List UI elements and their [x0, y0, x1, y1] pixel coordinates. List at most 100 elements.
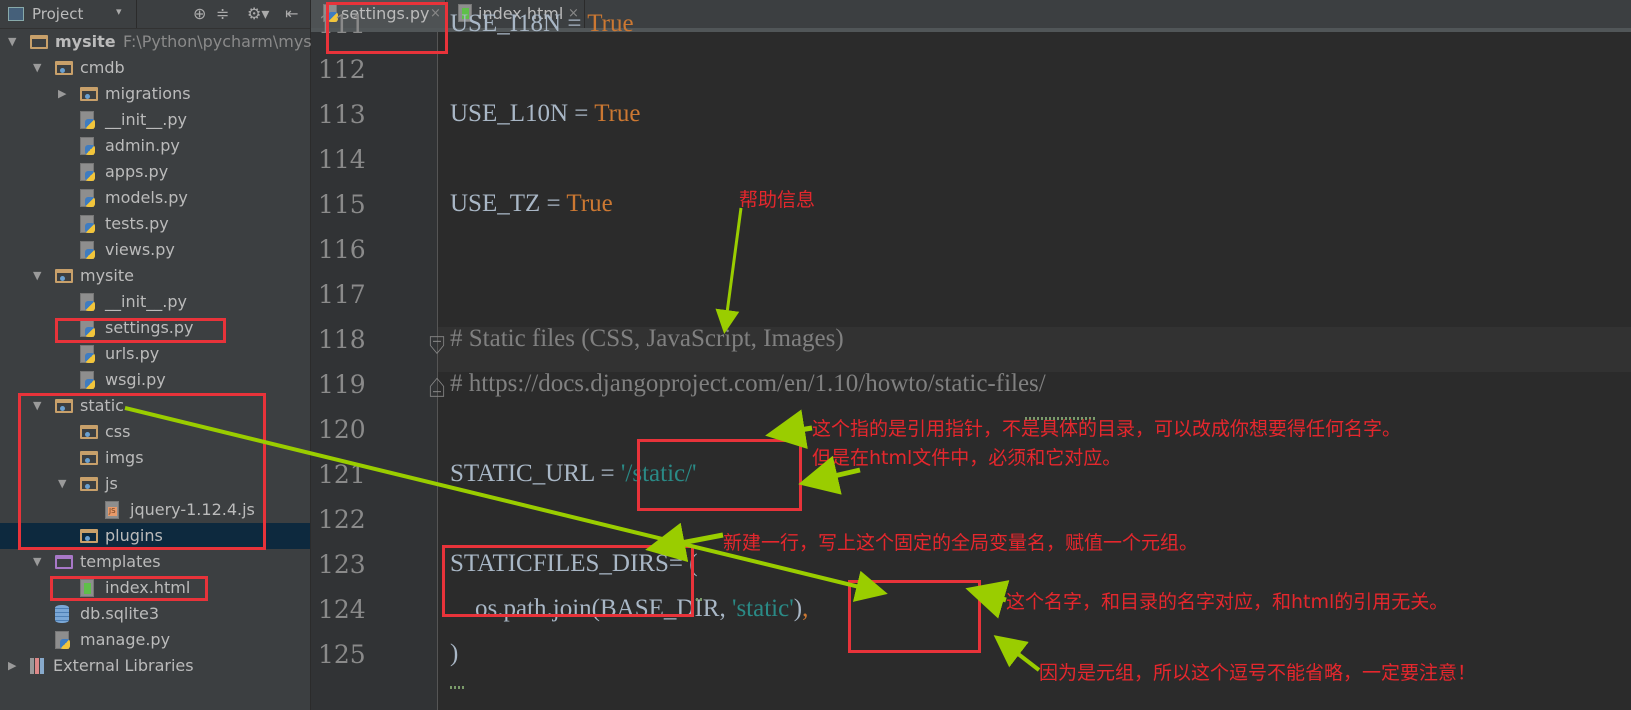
tree-item[interactable]: urls.py	[0, 341, 310, 367]
module-folder-icon	[55, 61, 73, 75]
python-file-icon	[80, 293, 95, 311]
code-line[interactable]: USE_L10N = True	[450, 100, 641, 128]
collapse-arrow-icon[interactable]: ▶	[58, 81, 66, 107]
tree-item[interactable]: tests.py	[0, 211, 310, 237]
template-folder-icon	[55, 555, 73, 569]
token: USE_I18N =	[450, 10, 588, 37]
token: STATIC_URL =	[450, 460, 621, 487]
tree-item[interactable]: ▶ External Libraries	[0, 653, 310, 679]
project-panel: Project ▾ ⊕ ≑ ⚙▾ ⇤ ▼ mysite F:\Python\pych…	[0, 0, 322, 710]
line-number: 124	[318, 595, 366, 624]
code-line[interactable]: # https://docs.djangoproject.com/en/1.10…	[450, 370, 1046, 398]
expand-arrow-icon[interactable]: ▼	[33, 549, 41, 575]
tree-item-label: views.py	[105, 240, 175, 259]
project-view-selector[interactable]: Project	[32, 5, 83, 23]
annotation-static-url-2: 但是在html文件中，必须和它对应。	[812, 447, 1122, 469]
expand-arrow-icon[interactable]: ▼	[33, 263, 41, 289]
line-number: 112	[318, 55, 366, 84]
chevron-down-icon[interactable]: ▾	[116, 5, 122, 18]
line-number: 114	[318, 145, 366, 174]
highlight-box-index-html	[50, 576, 208, 601]
token-cmt: # https://docs.djangoproject.com/en/1.10…	[450, 370, 1046, 397]
python-file-icon	[80, 111, 95, 129]
library-icon	[30, 658, 48, 674]
tree-item[interactable]: __init__.py	[0, 289, 310, 315]
tree-item-label: migrations	[105, 84, 191, 103]
collapse-all-icon[interactable]: ≑	[216, 4, 229, 23]
tree-item-label: templates	[80, 552, 161, 571]
tree-item[interactable]: wsgi.py	[0, 367, 310, 393]
tree-item-label: admin.py	[105, 136, 180, 155]
fold-start-icon[interactable]	[426, 336, 448, 356]
tree-item[interactable]: apps.py	[0, 159, 310, 185]
tree-item[interactable]: ▼ cmdb	[0, 55, 310, 81]
project-path: F:\Python\pycharm\mysit	[123, 32, 323, 51]
line-number: 116	[318, 235, 366, 264]
python-file-icon	[80, 345, 95, 363]
collapse-arrow-icon[interactable]: ▶	[8, 653, 16, 679]
python-file-icon	[55, 631, 70, 649]
tree-item[interactable]: ▼ mysite F:\Python\pycharm\mysit	[0, 29, 322, 55]
tree-item-label: urls.py	[105, 344, 160, 363]
token: )	[793, 595, 803, 622]
hide-panel-icon[interactable]: ⇤	[285, 4, 298, 23]
tree-item-label: models.py	[105, 188, 188, 207]
code-line[interactable]: USE_TZ = True	[450, 190, 613, 218]
annotation-static-url-1: 这个指的是引用指针，不是具体的目录，可以改成你想要得任何名字。	[812, 418, 1402, 440]
tree-item[interactable]: __init__.py	[0, 107, 310, 133]
fold-end-icon[interactable]	[426, 377, 448, 397]
tree-item-label: apps.py	[105, 162, 169, 181]
tree-item[interactable]: admin.py	[0, 133, 310, 159]
code-line[interactable]: USE_I18N = True	[450, 10, 634, 38]
folder-icon	[30, 35, 48, 49]
code-line[interactable]: )	[450, 640, 458, 668]
line-number: 123	[318, 550, 366, 579]
scroll-from-source-icon[interactable]: ⊕	[193, 4, 206, 23]
token-kw: True	[594, 100, 641, 127]
tree-item-label: External Libraries	[53, 656, 194, 675]
python-file-icon	[80, 137, 95, 155]
tree-item[interactable]: ▶ migrations	[0, 81, 310, 107]
line-number: 117	[318, 280, 366, 309]
line-number: 115	[318, 190, 366, 219]
tree-item[interactable]: manage.py	[0, 627, 310, 653]
token-cmt: # Static files (CSS, JavaScript, Images)	[450, 325, 844, 352]
code-line[interactable]: # Static files (CSS, JavaScript, Images)	[450, 325, 844, 353]
tree-item-label: __init__.py	[105, 292, 188, 311]
python-file-icon	[80, 241, 95, 259]
warning-underline	[450, 686, 464, 689]
tree-item[interactable]: db.sqlite3	[0, 601, 310, 627]
divider	[136, 0, 137, 28]
python-file-icon	[80, 163, 95, 181]
line-number: 121	[318, 460, 366, 489]
python-file-icon	[80, 215, 95, 233]
line-number: 120	[318, 415, 366, 444]
line-number: 113	[318, 100, 366, 129]
tree-item[interactable]: models.py	[0, 185, 310, 211]
tree-item-label: manage.py	[80, 630, 171, 649]
tree-item[interactable]: ▼ mysite	[0, 263, 310, 289]
annotation-dir-name: 这个名字，和目录的名字对应，和html的引用无关。	[1006, 591, 1449, 613]
project-panel-header: Project ▾ ⊕ ≑ ⚙▾ ⇤	[0, 0, 310, 29]
python-file-icon	[80, 189, 95, 207]
highlight-box-static-dir	[848, 580, 981, 653]
annotation-help: 帮助信息	[739, 189, 816, 211]
expand-arrow-icon[interactable]: ▼	[33, 55, 41, 81]
tree-item-label: db.sqlite3	[80, 604, 160, 623]
highlight-box-static-url	[637, 439, 802, 511]
expand-arrow-icon[interactable]: ▼	[8, 29, 16, 55]
tree-item-label: wsgi.py	[105, 370, 166, 389]
highlight-box-static-folder	[18, 393, 266, 550]
module-folder-icon	[55, 269, 73, 283]
tree-item[interactable]: views.py	[0, 237, 310, 263]
token-kw: True	[566, 190, 613, 217]
annotation-staticfiles-dirs: 新建一行，写上这个固定的全局变量名，赋值一个元组。	[723, 532, 1199, 554]
tree-item-label: mysite	[55, 32, 116, 51]
line-number: 118	[318, 325, 366, 354]
module-folder-icon	[80, 87, 98, 101]
token-kw: True	[587, 10, 634, 37]
line-number: 125	[318, 640, 366, 669]
gear-icon[interactable]: ⚙▾	[247, 4, 269, 23]
tree-item[interactable]: ▼ templates	[0, 549, 310, 575]
token-kw: ,	[802, 595, 809, 622]
